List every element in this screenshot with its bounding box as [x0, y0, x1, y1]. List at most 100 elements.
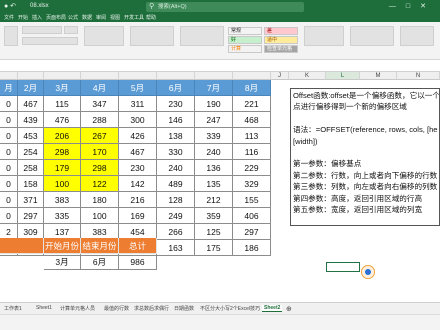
table-cell[interactable]: 467 [119, 144, 157, 160]
table-cell[interactable]: 229 [233, 160, 271, 176]
menu-layout[interactable]: 页面布局 [46, 14, 66, 21]
table-cell[interactable]: 426 [119, 128, 157, 144]
table-cell[interactable]: 254 [18, 144, 44, 160]
paste-button[interactable] [4, 26, 18, 46]
style-good[interactable]: 好 [228, 36, 262, 44]
column-header[interactable] [0, 72, 18, 80]
font-name-select[interactable] [22, 26, 62, 34]
table-cell[interactable]: 0 [0, 144, 18, 160]
table-cell[interactable]: 249 [157, 208, 195, 224]
table-cell[interactable]: 230 [157, 96, 195, 112]
search-input[interactable]: ⚲ 搜索(Alt+Q) [146, 2, 304, 12]
sheet-tab[interactable]: 工作表1 [4, 305, 22, 312]
column-header[interactable]: J [271, 72, 289, 80]
menu-home[interactable]: 开始 [18, 14, 28, 21]
table-cell[interactable]: 138 [157, 128, 195, 144]
style-neutral[interactable]: 适中 [264, 36, 298, 44]
summary-header[interactable]: 总计 [119, 238, 157, 254]
table-cell[interactable]: 468 [233, 112, 271, 128]
cells-group[interactable] [304, 26, 344, 46]
table-cell[interactable]: 135 [195, 176, 233, 192]
sheet-tab[interactable]: Sheet1 [36, 305, 52, 311]
menu-help[interactable]: 帮助 [146, 14, 156, 21]
table-cell[interactable]: 311 [119, 96, 157, 112]
table-cell[interactable]: 190 [195, 96, 233, 112]
table-cell[interactable]: 0 [0, 96, 18, 112]
table-cell[interactable]: 267 [81, 128, 119, 144]
table-cell[interactable]: 170 [81, 144, 119, 160]
summary-value[interactable]: 3月 [44, 254, 81, 270]
table-cell[interactable]: 0 [0, 176, 18, 192]
column-header[interactable]: N [397, 72, 440, 80]
summary-header[interactable]: 结束月份 [81, 238, 119, 254]
table-cell[interactable]: 179 [44, 160, 81, 176]
active-cell[interactable] [326, 262, 360, 272]
sheet-tab[interactable]: 日期函数 [174, 305, 194, 312]
table-cell[interactable]: 240 [195, 144, 233, 160]
table-header-cell[interactable]: 4月 [81, 80, 119, 96]
table-cell[interactable]: 186 [233, 240, 271, 256]
add-sheet-icon[interactable]: ⊕ [286, 305, 292, 313]
menu-view[interactable]: 视图 [110, 14, 120, 21]
autosave-icon[interactable]: ● ↶ [4, 2, 16, 10]
table-cell[interactable]: 0 [0, 112, 18, 128]
table-cell[interactable]: 258 [18, 160, 44, 176]
table-cell[interactable]: 297 [18, 208, 44, 224]
table-cell[interactable]: 163 [157, 240, 195, 256]
window-controls[interactable]: —□✕ [389, 2, 436, 10]
menu-formula[interactable]: 公式 [68, 14, 78, 21]
table-cell[interactable]: 266 [157, 224, 195, 240]
table-cell[interactable]: 116 [233, 144, 271, 160]
style-check-cell[interactable]: 检查单元格 [264, 45, 298, 53]
summary-header[interactable]: 开始月份 [44, 238, 81, 254]
alignment-group[interactable] [84, 26, 124, 46]
menu-developer[interactable]: 开发工具 [124, 14, 144, 21]
table-cell[interactable]: 0 [0, 192, 18, 208]
table-cell[interactable]: 142 [119, 176, 157, 192]
font-size-select[interactable] [64, 26, 78, 34]
table-cell[interactable]: 335 [44, 208, 81, 224]
menu-data[interactable]: 数据 [82, 14, 92, 21]
offset-explanation-textbox[interactable]: Offset函数:offset是一个偏移函数，它以一个 点进行偏移得到一个新的偏… [290, 88, 440, 226]
sheet-tab[interactable]: 不区分大小写 [200, 305, 230, 312]
table-header-cell[interactable]: 月 [0, 80, 18, 96]
table-cell[interactable]: 0 [0, 208, 18, 224]
table-cell[interactable]: 329 [233, 176, 271, 192]
table-cell[interactable]: 169 [119, 208, 157, 224]
table-header-cell[interactable]: 6月 [157, 80, 195, 96]
table-cell[interactable]: 247 [195, 112, 233, 128]
sheet-tab[interactable]: 2个Excel技巧 [230, 305, 260, 312]
table-cell[interactable]: 371 [18, 192, 44, 208]
table-cell[interactable]: 0 [0, 160, 18, 176]
style-calculation[interactable]: 计算 [228, 45, 262, 53]
table-cell[interactable]: 300 [119, 112, 157, 128]
table-cell[interactable]: 158 [18, 176, 44, 192]
table-cell[interactable]: 453 [18, 128, 44, 144]
table-cell[interactable]: 216 [119, 192, 157, 208]
table-cell[interactable]: 122 [81, 176, 119, 192]
summary-value[interactable]: 6月 [81, 254, 119, 270]
column-header[interactable] [18, 72, 44, 80]
table-cell[interactable]: 476 [44, 112, 81, 128]
table-cell[interactable]: 230 [119, 160, 157, 176]
table-cell[interactable]: 175 [195, 240, 233, 256]
table-header-cell[interactable]: 2月 [18, 80, 44, 96]
table-cell[interactable]: 297 [233, 224, 271, 240]
table-cell[interactable]: 100 [81, 208, 119, 224]
table-cell[interactable]: 100 [44, 176, 81, 192]
column-header[interactable]: M [360, 72, 397, 80]
style-normal[interactable]: 常规 [228, 27, 262, 35]
sheet-tab[interactable]: 最值的行数 [104, 305, 129, 312]
sheet-tab-active[interactable]: Sheet2 [262, 305, 283, 312]
table-cell[interactable]: 330 [157, 144, 195, 160]
column-header[interactable] [233, 72, 271, 80]
table-cell[interactable]: 125 [195, 224, 233, 240]
table-cell[interactable]: 113 [233, 128, 271, 144]
menu-insert[interactable]: 插入 [32, 14, 42, 21]
table-cell[interactable]: 240 [157, 160, 195, 176]
editing-group[interactable] [350, 26, 394, 46]
table-cell[interactable]: 155 [233, 192, 271, 208]
table-cell[interactable]: 467 [18, 96, 44, 112]
conditional-format-group[interactable] [180, 26, 224, 46]
table-cell[interactable]: 115 [44, 96, 81, 112]
